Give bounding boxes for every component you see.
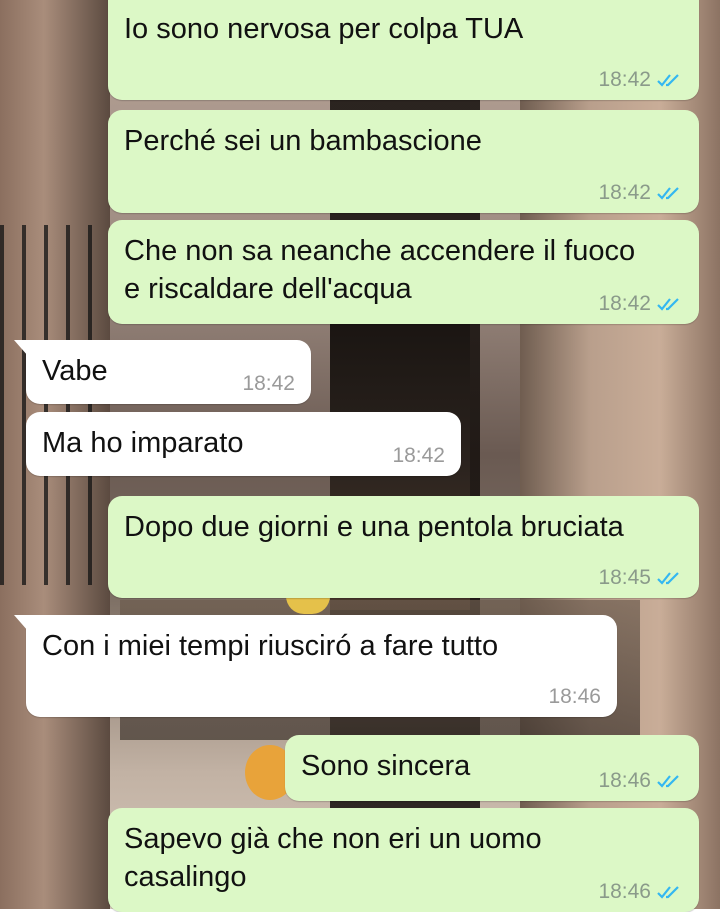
message-text: Che non sa neanche accendere il fuoco e … (124, 235, 636, 305)
message-bubble-incoming[interactable]: Ma ho imparato 18:42 (26, 412, 461, 476)
message-bubble-outgoing[interactable]: Perché sei un bambascione 18:42 (108, 110, 699, 213)
message-meta: 18:42 (598, 181, 683, 205)
message-time: 18:42 (242, 372, 295, 395)
message-time: 18:42 (598, 68, 651, 91)
double-check-read-icon (657, 572, 679, 585)
message-time: 18:42 (598, 181, 651, 204)
double-check-read-icon (657, 187, 679, 200)
message-time: 18:42 (598, 292, 651, 315)
chat-message-list[interactable]: Io sono nervosa per colpa TUA 18:42 Perc… (0, 0, 720, 912)
double-check-read-icon (657, 74, 679, 87)
message-bubble-incoming[interactable]: Vabe 18:42 (14, 340, 311, 404)
message-bubble-outgoing[interactable]: Sapevo già che non eri un uomo casalingo… (108, 808, 699, 912)
message-meta: 18:42 (392, 444, 445, 468)
message-bubble-outgoing[interactable]: Sono sincera 18:46 (285, 735, 699, 801)
message-meta: 18:42 (598, 68, 683, 92)
bubble-tail (14, 340, 28, 356)
message-text: Sono sincera (301, 750, 471, 782)
message-text: Dopo due giorni e una pentola bruciata (124, 511, 624, 543)
message-meta: 18:46 (598, 769, 683, 793)
message-meta: 18:45 (598, 566, 683, 590)
message-time: 18:42 (392, 444, 445, 467)
message-meta: 18:46 (548, 685, 601, 709)
message-time: 18:46 (598, 769, 651, 792)
message-meta: 18:42 (598, 292, 683, 316)
message-text: Perché sei un bambascione (124, 125, 482, 157)
message-text: Io sono nervosa per colpa TUA (124, 13, 524, 45)
message-time: 18:45 (598, 566, 651, 589)
message-text: Ma ho imparato (42, 427, 244, 459)
message-bubble-outgoing[interactable]: Io sono nervosa per colpa TUA 18:42 (108, 0, 699, 100)
message-bubble-outgoing[interactable]: Che non sa neanche accendere il fuoco e … (108, 220, 699, 324)
message-meta: 18:42 (242, 372, 295, 396)
message-bubble-outgoing[interactable]: Dopo due giorni e una pentola bruciata 1… (108, 496, 699, 598)
message-meta: 18:46 (598, 880, 683, 904)
message-text: Sapevo già che non eri un uomo casalingo (124, 823, 542, 893)
message-time: 18:46 (548, 685, 601, 708)
message-bubble-incoming[interactable]: Con i miei tempi riusciró a fare tutto 1… (14, 615, 617, 717)
bubble-tail (14, 615, 28, 631)
message-time: 18:46 (598, 880, 651, 903)
message-text: Vabe (42, 355, 108, 387)
message-text: Con i miei tempi riusciró a fare tutto (42, 630, 499, 662)
double-check-read-icon (657, 775, 679, 788)
double-check-read-icon (657, 298, 679, 311)
double-check-read-icon (657, 886, 679, 899)
